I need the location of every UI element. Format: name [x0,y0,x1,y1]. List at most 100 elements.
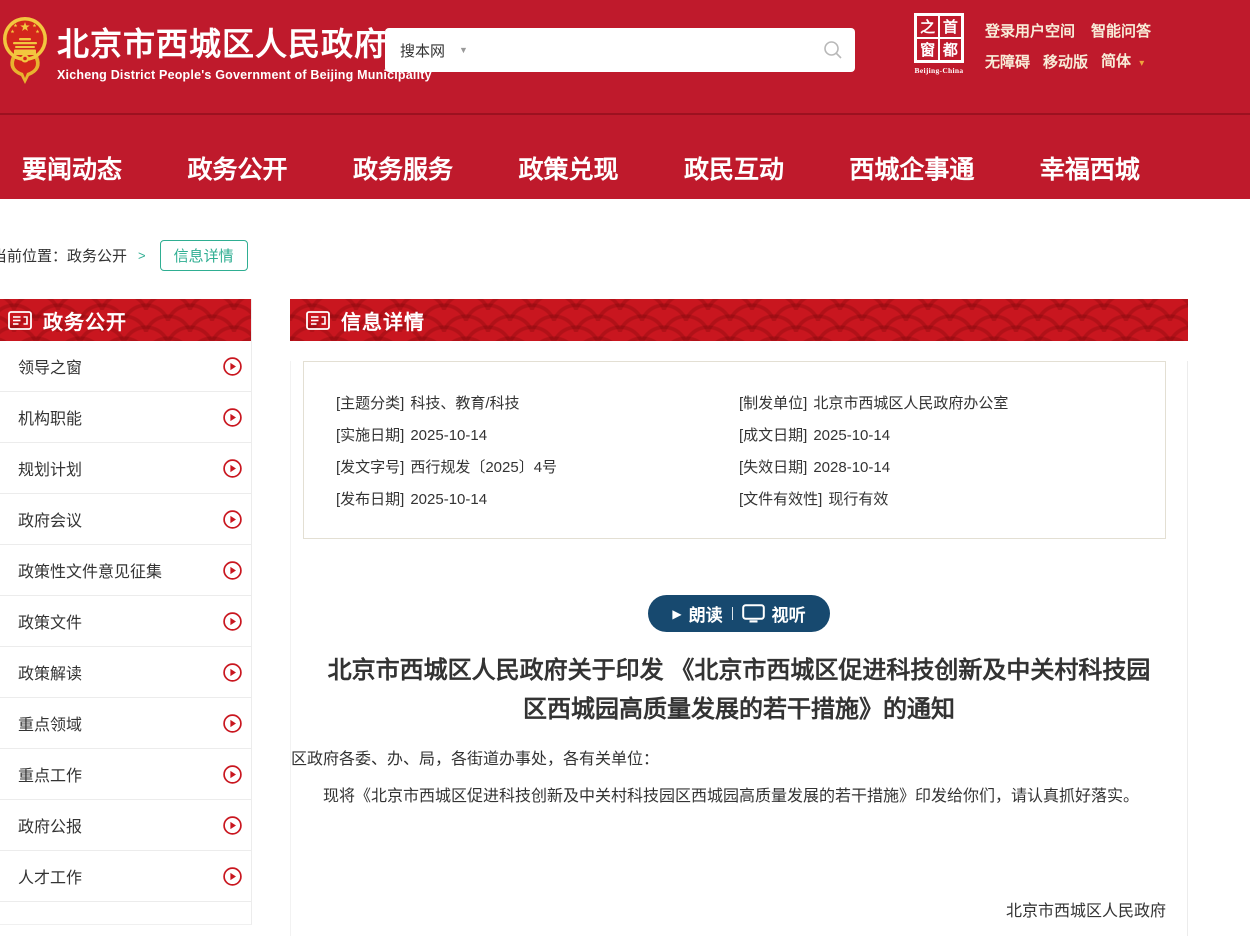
play-circle-icon [223,408,242,427]
quick-link[interactable]: 登录用户空间 [985,22,1075,41]
nav-item[interactable]: 西城企事通 [849,157,974,184]
search-scope-select[interactable]: 搜本网 ▼ [400,40,468,61]
sidebar-item[interactable]: 重点工作 [0,749,251,800]
sidebar-item[interactable]: 政策文件 [0,596,251,647]
nav-item[interactable]: 政民互动 [684,157,784,184]
document-title: 北京市西城区人民政府关于印发 《北京市西城区促进科技创新及中关村科技园区西城园高… [319,651,1159,729]
sidebar-item[interactable]: 重点领域 [0,698,251,749]
nav-item[interactable]: 幸福西城 [1040,157,1140,184]
sidebar-item[interactable]: 政府公报 [0,800,251,851]
sidebar-item-label: 重点工作 [18,762,82,786]
search-icon [823,40,843,60]
play-circle-icon [223,612,242,631]
meta-value: 科技、教育/科技 [410,395,519,412]
sidebar-title: 政务公开 [43,306,127,335]
cap-cell: 都 [940,39,961,60]
quick-links: 登录用户空间 智能问答 无障碍 移动版 简体 ▾ [985,22,1151,84]
sidebar-item[interactable]: 领导之窗 [0,341,251,392]
language-select[interactable]: 简体 ▾ [1101,52,1144,73]
nav-item[interactable]: 要闻动态 [22,157,122,184]
read-aloud-label: 朗读 [689,601,723,626]
play-circle-icon [223,510,242,529]
sidebar-item[interactable]: 政策解读 [0,647,251,698]
document-list-icon [306,311,330,330]
breadcrumb-prefix: 当前位置： [0,245,67,266]
sidebar-item-label: 机构职能 [18,405,82,429]
meta-label: [主题分类] [336,395,404,412]
meta-value: 现行有效 [828,491,888,508]
meta-label: [制发单位] [739,395,807,412]
meta-row: [发布日期]2025-10-14 [文件有效性]现行有效 [336,484,1165,516]
sidebar-list: 领导之窗 机构职能 [0,341,251,902]
read-aloud-av-button[interactable]: ▶ 朗读 视听 [648,595,829,632]
sidebar-item[interactable]: 规划计划 [0,443,251,494]
cap-cell: 窗 [917,39,938,60]
play-circle-icon [223,867,242,886]
sidebar-item[interactable]: 人才工作 [0,851,251,902]
quick-link[interactable]: 无障碍 [985,53,1030,72]
caret-down-icon: ▾ [1139,58,1144,69]
meta-label: [发文字号] [336,459,404,476]
quick-link[interactable]: 智能问答 [1091,22,1151,41]
meta-value: 2025-10-14 [813,427,890,444]
play-circle-icon [223,357,242,376]
capital-window-grid: 之 首 窗 都 [914,13,964,63]
article-panel: 信息详情 [主题分类]科技、教育/科技 [制发单位]北京市西城区人民政府办公室 [290,299,1188,936]
cap-cell: 之 [917,16,938,37]
meta-label: [失效日期] [739,459,807,476]
sidebar-item-label: 政策性文件意见征集 [18,558,162,582]
site-header: 北京市西城区人民政府 Xicheng District People's Gov… [0,0,1250,113]
search-input[interactable] [468,28,819,72]
nav-item[interactable]: 政务服务 [353,157,453,184]
nav-item[interactable]: 政策兑现 [518,157,618,184]
play-circle-icon [223,561,242,580]
quick-link[interactable]: 移动版 [1043,53,1088,72]
meta-cell-left: [发文字号]西行规发〔2025〕4号 [336,452,739,484]
sidebar-item-label: 政府会议 [18,507,82,531]
meta-value: 2025-10-14 [410,427,487,444]
document-list-icon [8,311,32,330]
article-body: [主题分类]科技、教育/科技 [制发单位]北京市西城区人民政府办公室 [实施日期… [290,361,1188,936]
play-circle-icon [223,816,242,835]
meta-cell-right: [失效日期]2028-10-14 [739,452,1165,484]
site-subtitle: Xicheng District People's Government of … [57,68,432,82]
breadcrumb: 当前位置： 政务公开 > 信息详情 [0,241,1192,269]
meta-cell-right: [成文日期] 2025-10-14 [739,420,1165,452]
sidebar-item[interactable]: 政府会议 [0,494,251,545]
sidebar-item-label: 政策文件 [18,609,82,633]
breadcrumb-current-chip[interactable]: 信息详情 [160,240,248,271]
breadcrumb-section-link[interactable]: 政务公开 [67,245,127,266]
sidebar-item-label: 重点领域 [18,711,82,735]
search-button[interactable] [819,36,847,64]
language-label: 简体 [1101,53,1131,70]
sidebar: 政务公开 领导之窗 机构职能 [0,299,252,925]
article-panel-header: 信息详情 [290,299,1188,341]
play-icon: ▶ [672,607,681,621]
button-divider [732,607,733,620]
meta-label: [实施日期] [336,427,404,444]
meta-label: [成文日期] [739,427,807,444]
meta-row: [实施日期] 2025-10-14 [成文日期] 2025-10-14 [336,420,1165,452]
document-paragraph: 现将《北京市西城区促进科技创新及中关村科技园区西城园高质量发展的若干措施》印发给… [291,785,1187,809]
sidebar-item[interactable]: 政策性文件意见征集 [0,545,251,596]
play-circle-icon [223,663,242,682]
caret-down-icon: ▼ [459,45,468,55]
site-logo[interactable]: 北京市西城区人民政府 Xicheng District People's Gov… [2,14,432,88]
capital-window-caption: Beijing-China [912,66,966,75]
search-bar: 搜本网 ▼ [385,28,855,72]
sidebar-item-label: 领导之窗 [18,354,82,378]
meta-value: 2025-10-14 [410,491,487,508]
play-circle-icon [223,765,242,784]
meta-cell-right: [文件有效性] 现行有效 [739,484,1165,516]
capital-window-logo[interactable]: 之 首 窗 都 Beijing-China [912,13,966,75]
nav-item[interactable]: 政务公开 [187,157,287,184]
document-meta-box: [主题分类]科技、教育/科技 [制发单位]北京市西城区人民政府办公室 [实施日期… [303,361,1166,539]
document-salutation: 区政府各委、办、局，各街道办事处，各有关单位： [291,749,1187,771]
sidebar-item-label: 人才工作 [18,864,82,888]
sidebar-item[interactable]: 机构职能 [0,392,251,443]
audio-visual-label: 视听 [772,601,806,626]
meta-row: [主题分类]科技、教育/科技 [制发单位]北京市西城区人民政府办公室 [336,388,1165,420]
main-nav: 要闻动态 政务公开 政务服务 政策兑现 政民互动 西城企事通 幸福西城 [0,113,1250,199]
breadcrumb-separator-icon: > [138,248,146,263]
meta-label: [文件有效性] [739,491,822,508]
